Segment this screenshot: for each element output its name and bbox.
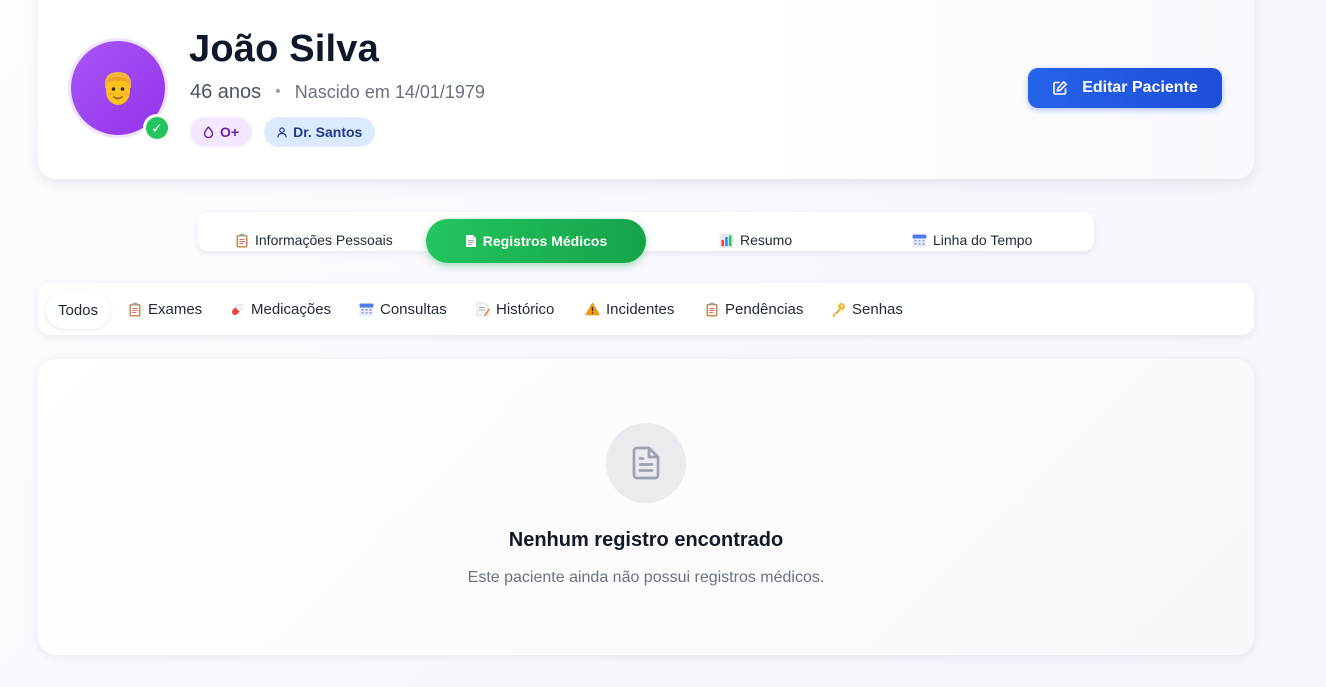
empty-state-title: Nenhum registro encontrado: [508, 529, 784, 551]
meta-separator: •: [275, 83, 281, 100]
blood-type-badge: O+: [190, 117, 253, 147]
filter-label: Consultas: [380, 300, 447, 318]
filter-label: Medicações: [251, 300, 332, 318]
filter-medicacoes[interactable]: Medicações: [230, 290, 331, 328]
filter-label: Todos: [58, 301, 99, 319]
patient-name: João Silva: [189, 28, 379, 70]
filter-label: Exames: [148, 300, 203, 318]
file-text-icon: [632, 446, 660, 480]
filter-label: Incidentes: [606, 300, 675, 318]
old-man-face-icon: [105, 72, 131, 105]
warning-icon: [585, 302, 600, 316]
document-icon: [465, 235, 476, 247]
doctor-label: Dr. Santos: [293, 124, 363, 140]
tab-label: Resumo: [740, 232, 793, 248]
edit-icon: [1053, 81, 1068, 95]
tab-linha-do-tempo[interactable]: Linha do Tempo: [912, 229, 1032, 251]
filter-label: Senhas: [852, 300, 903, 318]
blood-type-label: O+: [220, 124, 240, 140]
clipboard-icon: [129, 302, 141, 316]
patient-badges: O+ Dr. Santos: [190, 117, 376, 147]
patient-meta: 46 anos • Nascido em 14/01/1979: [190, 79, 485, 105]
edit-patient-button[interactable]: Editar Paciente: [1028, 68, 1222, 108]
filter-incidentes[interactable]: Incidentes: [585, 290, 674, 328]
empty-state-icon-wrap: [606, 423, 686, 503]
patient-page: ✓ João Silva 46 anos • Nascido em 14/01/…: [0, 0, 1326, 687]
filter-senhas[interactable]: Senhas: [831, 290, 903, 328]
clipboard-icon: [236, 233, 248, 247]
edit-patient-label: Editar Paciente: [1082, 79, 1198, 96]
tab-informacoes-pessoais[interactable]: Informações Pessoais: [235, 229, 393, 251]
bar-chart-icon: [719, 233, 734, 247]
filter-consultas[interactable]: Consultas: [359, 290, 447, 328]
filter-label: Histórico: [496, 300, 555, 318]
filter-pendencias[interactable]: Pendências: [705, 290, 803, 328]
filter-label: Pendências: [725, 300, 804, 318]
tab-registros-medicos[interactable]: Registros Médicos: [426, 219, 646, 263]
droplet-icon: [203, 126, 214, 138]
user-icon: [277, 126, 287, 138]
pill-icon: [231, 303, 244, 315]
patient-birth-date: Nascido em 14/01/1979: [294, 81, 485, 102]
filter-todos[interactable]: Todos: [46, 291, 111, 329]
verified-badge-icon: ✓: [143, 114, 171, 142]
tab-label: Informações Pessoais: [255, 232, 393, 248]
memo-icon: [476, 302, 490, 316]
calendar-icon: [359, 303, 374, 316]
tab-resumo[interactable]: Resumo: [719, 229, 792, 251]
doctor-badge: Dr. Santos: [264, 117, 376, 147]
verified-check: ✓: [151, 119, 163, 136]
filter-historico[interactable]: Histórico: [476, 290, 554, 328]
clipboard-icon: [706, 302, 718, 316]
tab-label: Registros Médicos: [482, 233, 608, 249]
key-icon: [832, 302, 845, 317]
empty-state-subtitle: Este paciente ainda não possui registros…: [467, 569, 825, 586]
records-empty-state-card: [38, 359, 1254, 655]
tab-label: Linha do Tempo: [933, 232, 1033, 248]
calendar-icon: [912, 234, 927, 247]
filter-exames[interactable]: Exames: [128, 290, 202, 328]
patient-age: 46 anos: [190, 80, 262, 103]
